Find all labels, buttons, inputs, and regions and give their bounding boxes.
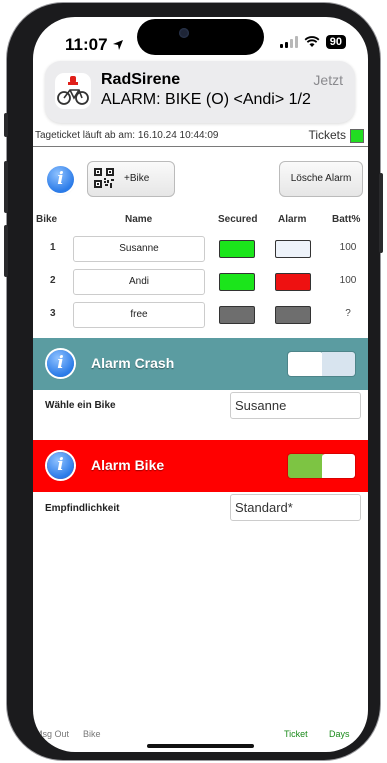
status-time: 11:07 (65, 35, 124, 55)
bike-name-field[interactable]: free (73, 302, 205, 328)
notification-app-name: RadSirene (101, 71, 181, 88)
camera-icon (179, 28, 189, 38)
bike-name-field[interactable]: Susanne (73, 236, 205, 262)
bike-row-number: 3 (50, 308, 56, 319)
bottom-tab-bar: Msg Out Bike Ticket Days (33, 729, 368, 745)
tab-ticket[interactable]: Ticket (284, 729, 308, 739)
alarm-crash-toggle[interactable] (287, 351, 356, 377)
mute-switch (4, 113, 8, 137)
column-header-secured: Secured (218, 214, 258, 225)
choose-bike-field[interactable]: Susanne (230, 392, 361, 419)
column-header-alarm: Alarm (278, 214, 307, 225)
power-button (379, 173, 383, 253)
choose-bike-label: Wähle ein Bike (45, 400, 116, 411)
alarm-bike-header: i Alarm Bike (33, 440, 368, 492)
info-icon[interactable]: i (47, 166, 74, 193)
radsirene-app-icon (55, 73, 91, 109)
tickets-label: Tickets (308, 128, 346, 142)
toggle-left-half (288, 454, 323, 478)
toggle-right-half (322, 352, 355, 376)
bike-row-number: 2 (50, 275, 56, 286)
ticket-status-bar: Tageticket läuft ab am: 16.10.24 10:44:0… (33, 127, 368, 147)
status-indicators: 90 (279, 35, 346, 49)
home-indicator[interactable] (147, 744, 254, 748)
column-header-name: Name (125, 214, 153, 225)
notification-time: Jetzt (313, 72, 343, 88)
notification-banner[interactable]: RadSirene ALARM: BIKE (O) <Andi> 1/2 Jet… (45, 61, 355, 123)
toggle-left-half (288, 352, 323, 376)
column-header-bike: Bike (36, 214, 58, 225)
column-header-battery: Batt% (332, 214, 361, 225)
alarm-bike-toggle[interactable] (287, 453, 356, 479)
bike-name-field[interactable]: Andi (73, 269, 205, 295)
alarm-crash-title: Alarm Crash (91, 355, 175, 371)
notification-message: ALARM: BIKE (O) <Andi> 1/2 (101, 91, 311, 108)
alarm-indicator[interactable] (275, 273, 311, 291)
battery-value: 100 (339, 275, 357, 286)
alarm-crash-header: i Alarm Crash (33, 338, 368, 390)
toggle-right-half (322, 454, 355, 478)
alarm-indicator[interactable] (275, 306, 311, 324)
secured-indicator[interactable] (219, 273, 255, 291)
dynamic-island (137, 19, 264, 55)
tab-bike[interactable]: Bike (83, 729, 101, 739)
wifi-icon (304, 36, 320, 47)
battery-value: 100 (339, 242, 357, 253)
add-bike-button[interactable]: +Bike (87, 161, 175, 197)
phone-frame: 11:07 90 RadSirene ALARM: BIKE (O) <Andi… (4, 3, 383, 760)
volume-down-button (4, 225, 8, 277)
tab-msg-out[interactable]: Msg Out (35, 729, 69, 739)
info-icon[interactable]: i (47, 452, 74, 479)
sensitivity-field[interactable]: Standard* (230, 494, 361, 521)
app-screen: 11:07 90 RadSirene ALARM: BIKE (O) <Andi… (33, 17, 368, 752)
ticket-expiry-text: Tageticket läuft ab am: 16.10.24 10:44:0… (35, 130, 219, 141)
signal-icon (279, 36, 298, 48)
location-arrow-icon (113, 40, 124, 50)
bike-row-number: 1 (50, 242, 56, 253)
add-bike-label: +Bike (124, 173, 150, 184)
alarm-bike-title: Alarm Bike (91, 457, 165, 473)
battery-indicator: 90 (325, 35, 346, 49)
info-icon[interactable]: i (47, 350, 74, 377)
delete-alarm-button[interactable]: Lösche Alarm (279, 161, 363, 197)
secured-indicator[interactable] (219, 306, 255, 324)
secured-indicator[interactable] (219, 240, 255, 258)
qr-code-icon (94, 168, 114, 188)
battery-value: ? (345, 308, 351, 319)
sensitivity-label: Empfindlichkeit (45, 503, 120, 514)
alarm-indicator[interactable] (275, 240, 311, 258)
volume-up-button (4, 161, 8, 213)
tab-days[interactable]: Days (329, 729, 350, 739)
tickets-status-indicator[interactable] (350, 129, 364, 143)
